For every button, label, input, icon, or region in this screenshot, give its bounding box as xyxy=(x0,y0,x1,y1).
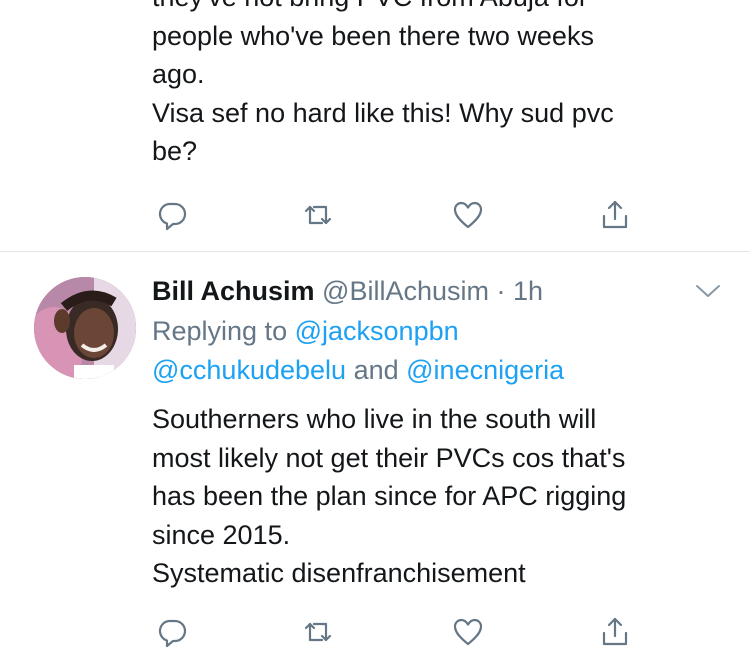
replying-to: Replying to @jacksonpbn @cchukudebelu an… xyxy=(152,312,732,389)
like-button[interactable] xyxy=(448,195,488,235)
like-button[interactable] xyxy=(448,612,488,652)
reply-icon xyxy=(158,619,187,648)
previous-tweet-text: they've not bring PVC from Abuja for peo… xyxy=(152,0,614,166)
avatar[interactable] xyxy=(34,277,136,379)
reply-button[interactable] xyxy=(152,195,192,235)
share-button[interactable] xyxy=(595,195,635,235)
separator-dot: · xyxy=(496,276,506,306)
retweet-icon xyxy=(304,205,332,225)
tweet-menu-button[interactable] xyxy=(694,279,722,303)
previous-tweet-actions xyxy=(0,195,750,235)
user-handle[interactable]: @BillAchusim xyxy=(322,276,489,306)
chevron-down-icon xyxy=(696,285,720,297)
avatar-photo xyxy=(34,277,136,379)
tweet-header: Bill Achusim @BillAchusim · 1h xyxy=(152,273,543,309)
like-icon xyxy=(453,201,483,229)
tweet-actions xyxy=(0,612,750,652)
retweet-button[interactable] xyxy=(298,612,338,652)
retweet-icon xyxy=(304,622,332,642)
share-icon xyxy=(602,200,628,229)
display-name[interactable]: Bill Achusim xyxy=(152,276,315,306)
mention-link[interactable]: @inecnigeria xyxy=(406,355,564,385)
reply-button[interactable] xyxy=(152,612,192,652)
share-button[interactable] xyxy=(595,612,635,652)
replying-to-label: Replying to xyxy=(152,316,288,346)
like-icon xyxy=(453,618,483,646)
mention-link[interactable]: @cchukudebelu xyxy=(152,355,346,385)
reply-icon xyxy=(158,202,187,231)
mention-link[interactable]: @jacksonpbn xyxy=(295,316,459,346)
replying-to-conjunction: and xyxy=(353,354,399,385)
retweet-button[interactable] xyxy=(298,195,338,235)
timestamp[interactable]: 1h xyxy=(513,276,543,306)
tweet-text: Southerners who live in the south will m… xyxy=(152,404,627,588)
share-icon xyxy=(602,617,628,646)
